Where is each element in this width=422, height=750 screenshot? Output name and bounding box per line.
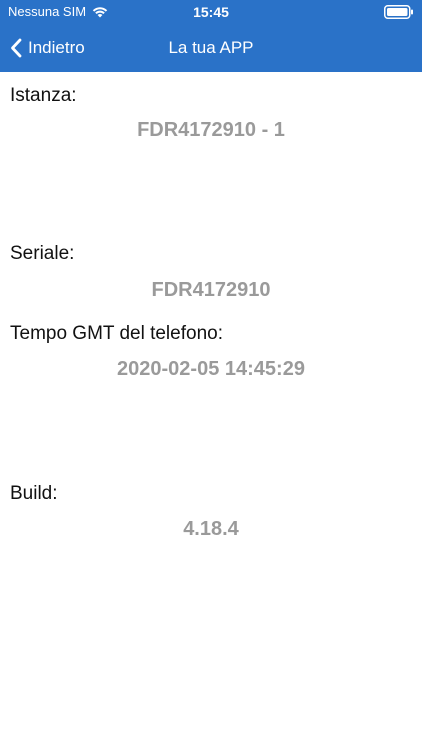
field-label: Build: [10, 483, 58, 504]
status-time: 15:45 [193, 4, 229, 20]
field-value: 4.18.4 [183, 518, 239, 540]
field-label: Seriale: [10, 243, 75, 264]
field-value: 2020-02-05 14:45:29 [117, 358, 305, 380]
field-label: Tempo GMT del telefono: [10, 323, 223, 344]
header: Nessuna SIM 15:45 Indietro La tua APP [0, 0, 422, 72]
app-screen: Nessuna SIM 15:45 Indietro La tua APP Is… [0, 0, 422, 750]
nav-bar: Indietro La tua APP [0, 24, 422, 72]
page-title: La tua APP [168, 38, 254, 57]
status-bar: Nessuna SIM 15:45 [0, 0, 422, 24]
field-value: FDR4172910 - 1 [137, 119, 285, 141]
field-value: FDR4172910 [151, 279, 271, 301]
field-label: Istanza: [10, 85, 77, 106]
battery-icon [384, 5, 413, 19]
